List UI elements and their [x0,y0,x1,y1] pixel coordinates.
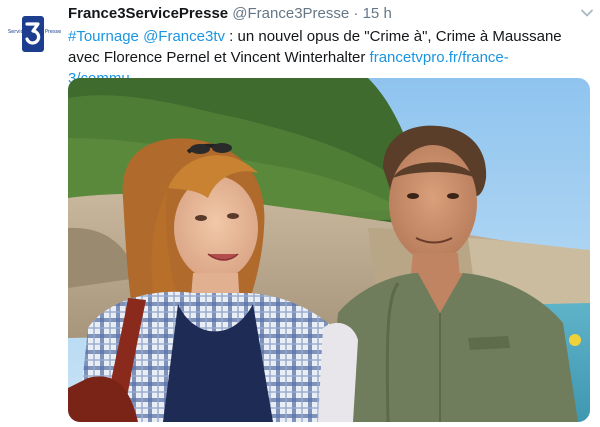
tweet-card[interactable]: Service Presse France3ServicePresse @Fra… [0,0,600,427]
hashtag-link[interactable]: #Tournage [68,28,139,45]
avatar[interactable]: Service Presse [8,10,62,62]
tweet-header: France3ServicePresse @France3Presse · 15… [68,4,590,24]
author-handle[interactable]: @France3Presse [232,5,349,22]
mention-link[interactable]: @France3tv [143,28,225,45]
photo-scene [68,78,590,422]
logo-text-right: Presse [45,29,62,35]
photo-media[interactable] [68,78,590,422]
tweet-body: France3ServicePresse @France3Presse · 15… [68,4,590,89]
timestamp[interactable]: 15 h [363,5,392,22]
separator: · [353,5,359,22]
logo-text-left: Service [8,29,27,35]
author-name[interactable]: France3ServicePresse [68,5,228,22]
chevron-down-icon[interactable] [580,6,594,20]
